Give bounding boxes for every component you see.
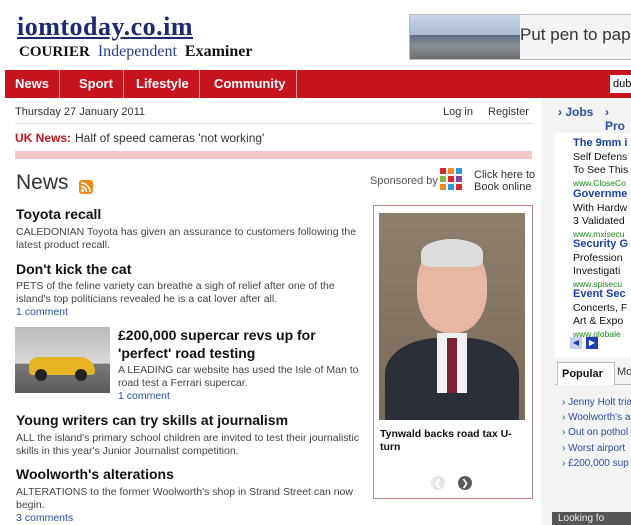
sponsor-logo-art — [440, 168, 462, 190]
story-title[interactable]: Don't kick the cat — [16, 261, 131, 277]
popular-item-label: Worst airport — [568, 443, 626, 454]
sponsor-book-link[interactable]: Click here to Book online — [474, 169, 535, 193]
car-image-wheel — [75, 369, 87, 381]
register-link[interactable]: Register — [488, 106, 529, 118]
ad-title[interactable]: Governme — [573, 188, 627, 200]
nav-lifestyle[interactable]: Lifestyle — [126, 70, 200, 98]
story-summary: ALL the island's primary school children… — [16, 432, 360, 457]
ad-line: Profession — [573, 252, 623, 264]
nav-news[interactable]: News — [5, 70, 60, 98]
popular-item[interactable]: › Worst airport — [562, 443, 625, 454]
ad-line: With Hardw — [573, 202, 628, 214]
ad-line: To See This — [573, 164, 629, 176]
story-summary: ALTERATIONS to the former Woolworth's sh… — [16, 486, 353, 511]
divider-bar — [15, 151, 532, 159]
pro-link[interactable]: › Pro — [605, 105, 631, 133]
jobs-link[interactable]: › Jobs — [558, 105, 593, 119]
chevron-right-icon[interactable]: ❯ — [458, 476, 472, 490]
ad-next-button[interactable]: ▶ — [586, 337, 598, 349]
featured-caption[interactable]: Tynwald backs road tax U-turn — [380, 428, 532, 454]
current-date: Thursday 27 January 2011 — [15, 106, 146, 118]
popular-item-label: £200,000 sup — [568, 458, 629, 469]
chevron-right-icon: › — [605, 105, 609, 119]
popular-item[interactable]: › £200,000 sup — [562, 458, 629, 469]
search-input[interactable]: dub — [610, 75, 631, 93]
ad-line: Concerts, F — [573, 302, 628, 314]
pro-label: Pro — [605, 119, 626, 133]
ad-title[interactable]: The 9mm i — [573, 137, 627, 149]
sponsor-logo[interactable] — [440, 168, 470, 190]
photo-tie — [447, 338, 457, 393]
story-thumbnail[interactable] — [15, 327, 110, 393]
photo-hair — [421, 239, 483, 267]
sponsored-by-label: Sponsored by — [370, 175, 438, 187]
car-image-wheel — [35, 369, 47, 381]
story-summary: PETS of the feline variety can breathe a… — [16, 280, 335, 305]
ad-prev-button[interactable]: ◀ — [570, 337, 582, 349]
ad-title[interactable]: Security G — [573, 238, 628, 250]
page-title: News — [16, 171, 69, 194]
courier-logo[interactable]: COURIER — [19, 44, 90, 61]
comments-link[interactable]: 1 comment — [118, 390, 170, 402]
ad-line: Art & Expo — [573, 315, 624, 327]
header-ad-banner[interactable]: Put pen to pap — [409, 14, 631, 60]
main-nav: News Sport Lifestyle Community dub — [5, 70, 631, 98]
banner-harbour-image — [410, 15, 520, 59]
popular-item-label: Jenny Holt tria — [568, 397, 631, 408]
ad-url[interactable]: www.CloseCo — [573, 178, 626, 188]
comments-link[interactable]: 1 comment — [16, 306, 68, 318]
looking-for-box[interactable]: Looking fo — [552, 512, 631, 525]
story-summary: CALEDONIAN Toyota has given an assurance… — [16, 226, 357, 251]
rss-icon[interactable] — [79, 180, 93, 194]
uk-news-label: UK News: — [15, 131, 72, 145]
story-title[interactable]: Young writers can try skills at journali… — [16, 412, 288, 428]
jobs-label: Jobs — [565, 105, 594, 119]
banner-text: Put pen to pap — [520, 25, 631, 44]
site-logo[interactable]: iomtoday.co.im — [17, 12, 193, 42]
popular-item[interactable]: › Out on pothol — [562, 427, 628, 438]
story-title[interactable]: £200,000 supercar revs up for 'perfect' … — [118, 326, 368, 362]
nav-sport[interactable]: Sport — [69, 70, 124, 98]
ad-title[interactable]: Event Sec — [573, 288, 626, 300]
popular-item[interactable]: › Woolworth's a — [562, 412, 630, 423]
examiner-logo[interactable]: Examiner — [185, 43, 253, 61]
story-summary: A LEADING car website has used the Isle … — [118, 364, 359, 389]
popular-tabs: Popular Mo — [555, 362, 631, 385]
tab-more[interactable]: Mo — [617, 366, 631, 378]
independent-logo[interactable]: Independent — [98, 43, 177, 61]
tab-popular[interactable]: Popular — [557, 362, 615, 385]
comments-link[interactable]: 3 comments — [16, 512, 73, 524]
newspaper-logos: COURIER Independent Examiner — [19, 43, 252, 61]
ad-line: Self Defens — [573, 151, 628, 163]
rss-glyph — [80, 182, 91, 193]
popular-item-label: Out on pothol — [568, 427, 629, 438]
story-title[interactable]: Woolworth's alterations — [16, 466, 174, 482]
uk-news-headline[interactable]: Half of speed cameras 'not working' — [75, 131, 264, 145]
chevron-left-icon[interactable]: ❮ — [431, 476, 445, 490]
divider — [15, 123, 532, 124]
ad-line: 3 Validated — [573, 215, 625, 227]
login-link[interactable]: Log in — [443, 106, 473, 118]
popular-item[interactable]: › Jenny Holt tria — [562, 397, 631, 408]
ad-line: Investigati — [573, 265, 621, 277]
featured-photo[interactable] — [379, 213, 525, 420]
popular-item-label: Woolworth's a — [568, 412, 631, 423]
sponsored-ads: The 9mm i Self Defens To See This www.Cl… — [555, 133, 631, 358]
story-title[interactable]: Toyota recall — [16, 206, 101, 222]
nav-community[interactable]: Community — [204, 70, 297, 98]
featured-story[interactable]: Tynwald backs road tax U-turn ❮ ❯ — [373, 205, 533, 499]
